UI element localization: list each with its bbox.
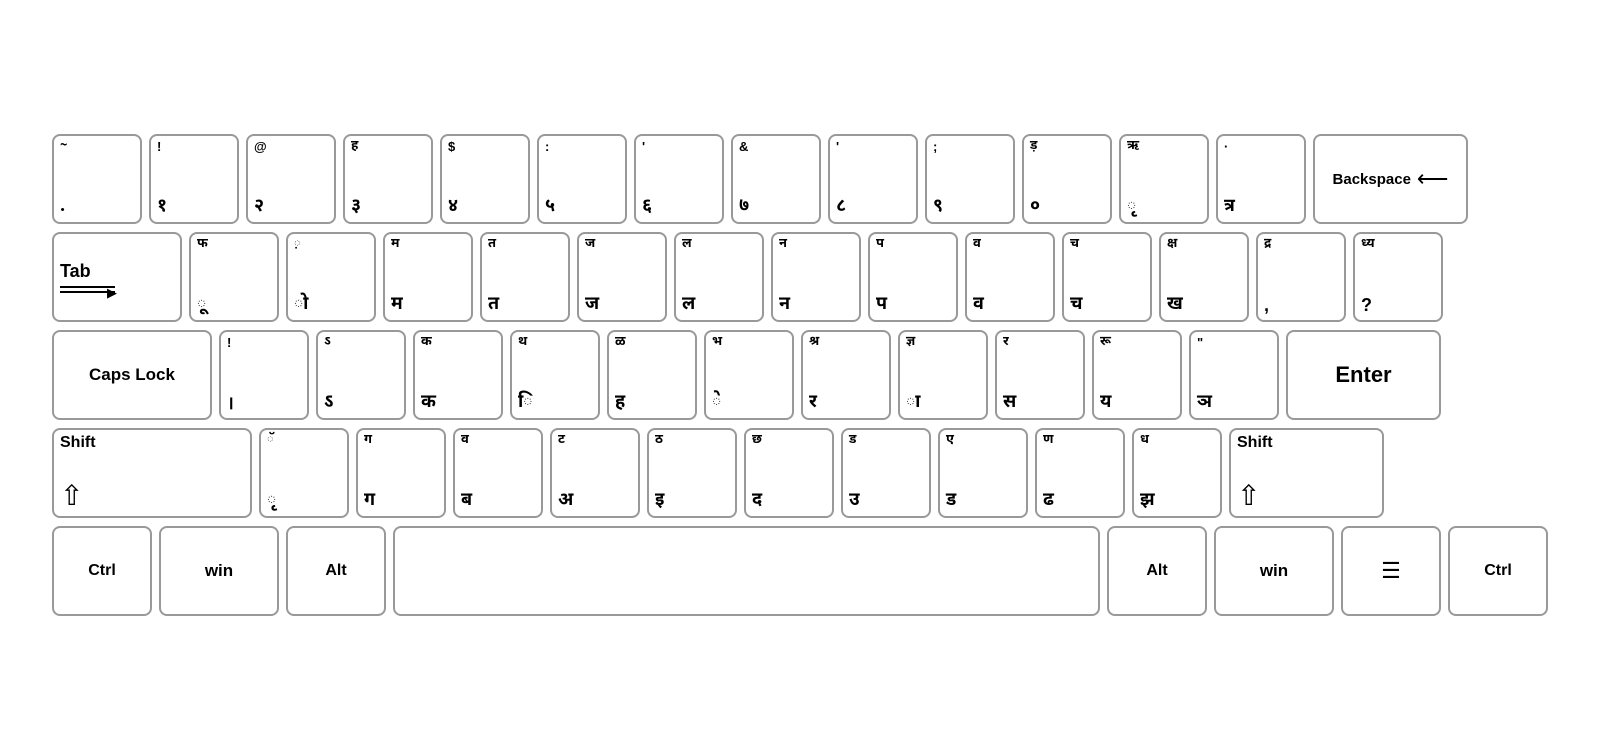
- key-d[interactable]: क क: [413, 330, 503, 420]
- key-r[interactable]: त त: [480, 232, 570, 322]
- key-c[interactable]: व ब: [453, 428, 543, 518]
- key-x[interactable]: ग ग: [356, 428, 446, 518]
- key-shift-left[interactable]: Shift ⇧: [52, 428, 252, 518]
- key-k[interactable]: ज्ञ ा: [898, 330, 988, 420]
- key-v[interactable]: ट अ: [550, 428, 640, 518]
- key-z[interactable]: ॅ ृ: [259, 428, 349, 518]
- key-h[interactable]: भ े: [704, 330, 794, 420]
- key-comma[interactable]: ए ड: [938, 428, 1028, 518]
- shift-right-icon: ⇧: [1237, 479, 1260, 512]
- key-i[interactable]: प प: [868, 232, 958, 322]
- key-menu[interactable]: ☰: [1341, 526, 1441, 616]
- key-w[interactable]: ़ ो: [286, 232, 376, 322]
- key-y[interactable]: ल ल: [674, 232, 764, 322]
- key-6[interactable]: ' ६: [634, 134, 724, 224]
- key-8[interactable]: ' ८: [828, 134, 918, 224]
- key-g[interactable]: ळ ह: [607, 330, 697, 420]
- key-a[interactable]: ! ।: [219, 330, 309, 420]
- key-ctrl-right[interactable]: Ctrl: [1448, 526, 1548, 616]
- row-caps: Caps Lock ! । ऽ ऽ क क थ ि ळ ह भ े श्र र: [52, 330, 1548, 420]
- key-m[interactable]: ड उ: [841, 428, 931, 518]
- key-9[interactable]: ; ९: [925, 134, 1015, 224]
- key-b[interactable]: ठ इ: [647, 428, 737, 518]
- key-o[interactable]: व व: [965, 232, 1055, 322]
- key-2[interactable]: @ २: [246, 134, 336, 224]
- row-bottom: Ctrl win Alt Alt win ☰ Ctrl: [52, 526, 1548, 616]
- backspace-icon: ⟵: [1417, 166, 1449, 192]
- key-s[interactable]: ऽ ऽ: [316, 330, 406, 420]
- key-f[interactable]: थ ि: [510, 330, 600, 420]
- key-l[interactable]: र स: [995, 330, 1085, 420]
- key-1[interactable]: ! १: [149, 134, 239, 224]
- key-shift-right[interactable]: Shift ⇧: [1229, 428, 1384, 518]
- key-tab[interactable]: Tab ▶: [52, 232, 182, 322]
- row-shift: Shift ⇧ ॅ ृ ग ग व ब ट अ ठ इ छ द ड उ: [52, 428, 1548, 518]
- key-n[interactable]: छ द: [744, 428, 834, 518]
- key-alt-left[interactable]: Alt: [286, 526, 386, 616]
- key-semicolon[interactable]: रू य: [1092, 330, 1182, 420]
- key-0[interactable]: ड़ ०: [1022, 134, 1112, 224]
- shift-left-icon: ⇧: [60, 479, 83, 512]
- key-backslash[interactable]: ध्य ?: [1353, 232, 1443, 322]
- key-capslock[interactable]: Caps Lock: [52, 330, 212, 420]
- key-backspace[interactable]: Backspace ⟵: [1313, 134, 1468, 224]
- key-slash[interactable]: ध झ: [1132, 428, 1222, 518]
- row-number: ~ . ! १ @ २ ह ३ $ ४ : ५ ' ६ & ७: [52, 134, 1548, 224]
- key-win-right[interactable]: win: [1214, 526, 1334, 616]
- key-alt-right[interactable]: Alt: [1107, 526, 1207, 616]
- key-backtick[interactable]: ~ .: [52, 134, 142, 224]
- key-e[interactable]: म म: [383, 232, 473, 322]
- key-minus[interactable]: ऋ ृ: [1119, 134, 1209, 224]
- key-p[interactable]: च च: [1062, 232, 1152, 322]
- key-7[interactable]: & ७: [731, 134, 821, 224]
- key-period[interactable]: ण ढ: [1035, 428, 1125, 518]
- key-space[interactable]: [393, 526, 1100, 616]
- key-equals[interactable]: · त्र: [1216, 134, 1306, 224]
- key-lbracket[interactable]: क्ष ख: [1159, 232, 1249, 322]
- key-ctrl-left[interactable]: Ctrl: [52, 526, 152, 616]
- key-5[interactable]: : ५: [537, 134, 627, 224]
- row-tab: Tab ▶ फ ू ़ ो म म त: [52, 232, 1548, 322]
- key-j[interactable]: श्र र: [801, 330, 891, 420]
- key-4[interactable]: $ ४: [440, 134, 530, 224]
- key-q[interactable]: फ ू: [189, 232, 279, 322]
- keyboard: ~ . ! १ @ २ ह ३ $ ४ : ५ ' ६ & ७: [30, 116, 1570, 634]
- menu-icon: ☰: [1381, 558, 1401, 584]
- key-win-left[interactable]: win: [159, 526, 279, 616]
- key-enter[interactable]: Enter: [1286, 330, 1441, 420]
- key-t[interactable]: ज ज: [577, 232, 667, 322]
- key-quote[interactable]: " ञ: [1189, 330, 1279, 420]
- key-u[interactable]: न न: [771, 232, 861, 322]
- key-rbracket[interactable]: द्र ,: [1256, 232, 1346, 322]
- key-3[interactable]: ह ३: [343, 134, 433, 224]
